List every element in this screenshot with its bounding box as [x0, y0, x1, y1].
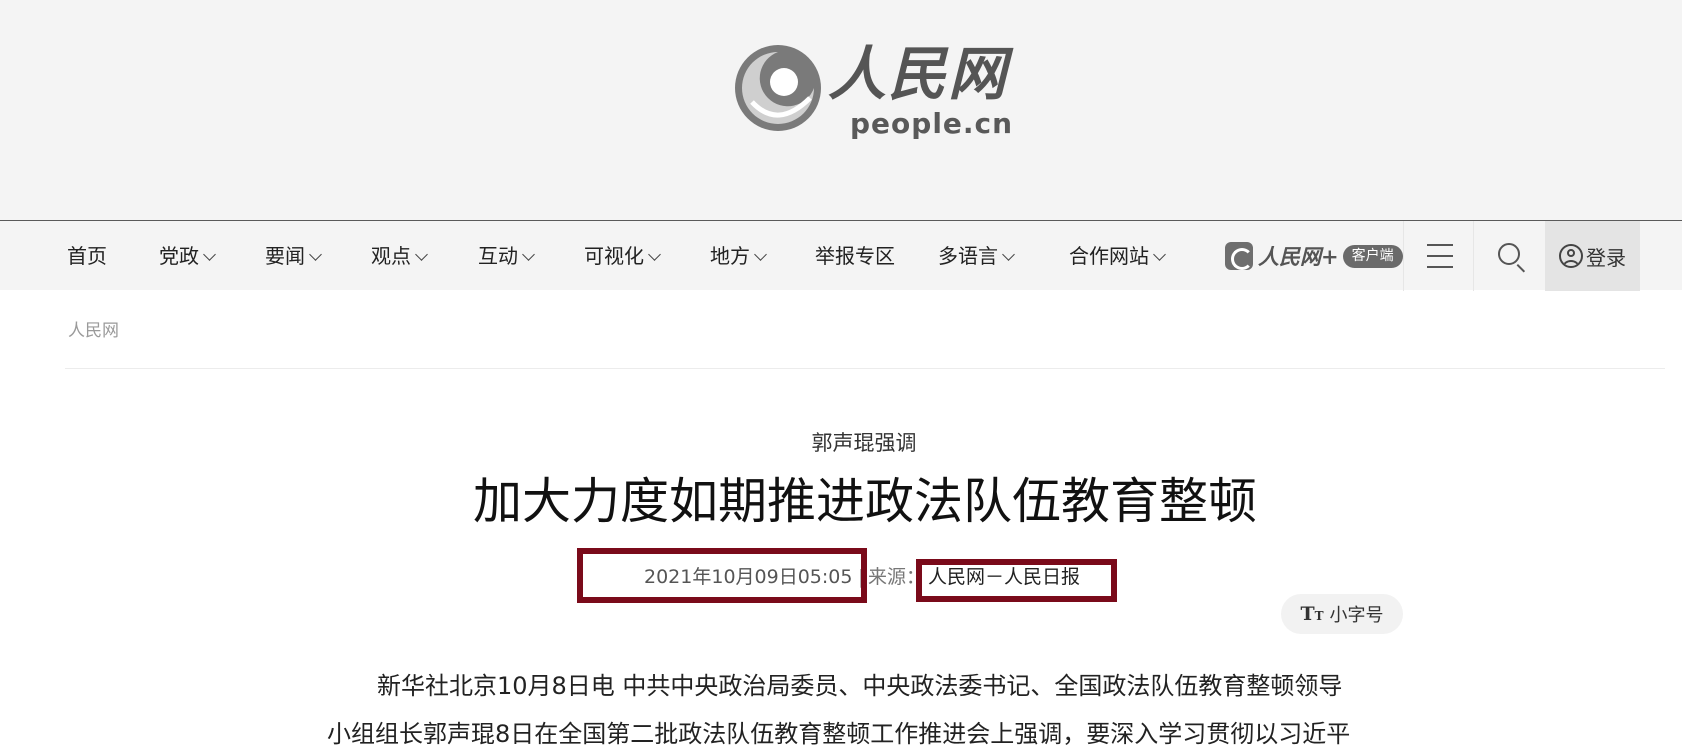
- app-badge: 客户端: [1342, 244, 1403, 268]
- nav-item-label: 互动: [478, 244, 518, 268]
- nav-item-label: 党政: [159, 244, 199, 268]
- logo-chinese-text: 人民网: [828, 40, 1009, 108]
- article-paragraph-line: 小组组长郭声琨8日在全国第二批政法队伍教育整顿工作推进会上强调，要深入学习贯彻以…: [327, 720, 1351, 748]
- nav-item-opinion[interactable]: 观点: [371, 221, 428, 291]
- nav-item-interact[interactable]: 互动: [478, 221, 535, 291]
- nav-item-label: 合作网站: [1069, 244, 1149, 268]
- chevron-down-icon: [1002, 248, 1015, 261]
- app-download-link[interactable]: 人民网+ 客户端: [1225, 241, 1403, 271]
- chevron-down-icon: [203, 248, 216, 261]
- nav-item-languages[interactable]: 多语言: [938, 221, 1015, 291]
- breadcrumb[interactable]: 人民网: [68, 316, 119, 341]
- logo-english-text: people.cn: [850, 107, 1014, 140]
- hamburger-icon-line: [1427, 266, 1453, 268]
- site-header: 人民网 people.cn: [0, 0, 1682, 220]
- app-name: 人民网+: [1258, 244, 1339, 269]
- article-kicker-text: 郭声琨强调: [811, 431, 917, 455]
- site-logo[interactable]: 人民网 people.cn: [732, 36, 1012, 144]
- login-label: 登录: [1586, 245, 1626, 270]
- search-button[interactable]: [1473, 221, 1545, 291]
- logo-mark-icon: [735, 45, 821, 131]
- source-highlight-box: [916, 559, 1117, 602]
- hamburger-icon-line: [1427, 255, 1453, 257]
- chevron-down-icon: [522, 248, 535, 261]
- chevron-down-icon: [309, 248, 322, 261]
- nav-item-report[interactable]: 举报专区: [815, 221, 895, 291]
- nav-item-label: 首页: [67, 244, 107, 268]
- chevron-down-icon: [415, 248, 428, 261]
- nav-item-label: 举报专区: [815, 244, 895, 268]
- nav-item-visual[interactable]: 可视化: [584, 221, 661, 291]
- nav-item-label: 要闻: [265, 244, 305, 268]
- article-paragraph-line: 新华社北京10月8日电 中共中央政治局委员、中央政法委书记、全国政法队伍教育整顿…: [377, 672, 1343, 700]
- text-size-icon: TT: [1300, 603, 1324, 625]
- article-kicker: 郭声琨强调: [0, 427, 1682, 457]
- date-highlight-box: [577, 548, 867, 603]
- nav-item-home[interactable]: 首页: [67, 221, 107, 291]
- nav-item-label: 可视化: [584, 244, 644, 268]
- login-button[interactable]: 登录: [1545, 221, 1640, 291]
- search-icon: [1498, 243, 1520, 265]
- nav-item-label: 地方: [710, 244, 750, 268]
- main-nav: 首页 党政 要闻 观点 互动 可视化 地方 举报专区 多语言 合作网站 人民网+…: [0, 220, 1682, 291]
- menu-button[interactable]: [1403, 221, 1473, 291]
- nav-item-local[interactable]: 地方: [710, 221, 767, 291]
- nav-item-news[interactable]: 要闻: [265, 221, 322, 291]
- app-logo-icon: [1225, 242, 1253, 270]
- user-icon: [1559, 244, 1583, 268]
- font-size-toggle[interactable]: TT 小字号: [1281, 594, 1403, 634]
- chevron-down-icon: [1153, 248, 1166, 261]
- nav-item-label: 多语言: [938, 244, 998, 268]
- font-size-label: 小字号: [1329, 605, 1384, 626]
- nav-item-party-gov[interactable]: 党政: [159, 221, 216, 291]
- search-icon-handle: [1516, 264, 1526, 273]
- chevron-down-icon: [754, 248, 767, 261]
- chevron-down-icon: [648, 248, 661, 261]
- nav-item-partners[interactable]: 合作网站: [1069, 221, 1166, 291]
- hamburger-icon: [1427, 244, 1453, 246]
- nav-item-label: 观点: [371, 244, 411, 268]
- article-title: 加大力度如期推进政法队伍教育整顿: [472, 473, 1257, 530]
- divider: [65, 368, 1665, 369]
